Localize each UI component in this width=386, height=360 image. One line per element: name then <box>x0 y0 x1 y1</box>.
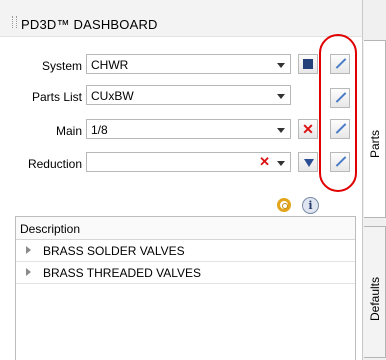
system-dropdown[interactable]: CHWR <box>86 54 291 74</box>
expand-arrow-icon[interactable] <box>26 246 31 254</box>
pencil-icon <box>335 156 347 167</box>
tab-parts-label: Parts <box>368 129 382 158</box>
panel-titlebar: PD3D™ DASHBOARD <box>0 0 362 37</box>
info-icon[interactable]: i <box>302 197 319 214</box>
main-dropdown[interactable]: 1/8 <box>86 119 291 139</box>
drag-grip-icon[interactable] <box>12 16 17 28</box>
system-label: System <box>41 59 82 73</box>
dashboard-panel: PD3D™ DASHBOARD System CHWR Parts List C… <box>0 0 362 360</box>
tab-parts[interactable]: Parts <box>364 40 386 218</box>
reduction-edit-button[interactable] <box>330 152 350 172</box>
tree-row-label: BRASS THREADED VALVES <box>43 266 202 280</box>
tab-defaults[interactable]: Defaults <box>364 226 386 358</box>
tree-row[interactable]: BRASS THREADED VALVES <box>16 262 355 284</box>
chevron-down-icon[interactable] <box>277 161 285 166</box>
pencil-icon <box>335 92 347 103</box>
main-label: Main <box>55 124 82 138</box>
tree-header-label: Description <box>20 222 81 236</box>
reduction-label: Reduction <box>27 157 82 171</box>
pencil-icon <box>335 123 347 134</box>
ring-icon[interactable] <box>277 198 291 212</box>
main-value: 1/8 <box>91 123 108 137</box>
system-action-button[interactable] <box>298 54 318 74</box>
chevron-down-icon[interactable] <box>277 94 285 99</box>
parts-list-label: Parts List <box>31 90 82 104</box>
panel-title: PD3D™ DASHBOARD <box>21 17 158 32</box>
main-edit-button[interactable] <box>330 119 350 139</box>
navy-square-icon <box>303 59 313 69</box>
tree-header: Description <box>16 217 355 240</box>
expand-arrow-icon[interactable] <box>26 268 31 276</box>
system-value: CHWR <box>91 58 129 72</box>
tree-row-label: BRASS SOLDER VALVES <box>43 244 185 258</box>
triangle-down-icon <box>304 159 314 167</box>
description-tree: Description BRASS SOLDER VALVES BRASS TH… <box>15 216 356 360</box>
tab-defaults-label: Defaults <box>368 276 382 321</box>
parts-list-value: CUxBW <box>91 89 134 103</box>
chevron-down-icon[interactable] <box>277 63 285 68</box>
reduction-dropdown[interactable]: ✕ <box>86 152 291 172</box>
parts-list-edit-button[interactable] <box>330 88 350 108</box>
chevron-down-icon[interactable] <box>277 128 285 133</box>
pencil-icon <box>335 58 347 69</box>
system-edit-button[interactable] <box>330 54 350 74</box>
main-clear-button[interactable]: ✕ <box>298 119 318 139</box>
reduction-filter-button[interactable] <box>298 152 318 172</box>
close-icon: ✕ <box>302 121 314 137</box>
tree-row[interactable]: BRASS SOLDER VALVES <box>16 240 355 262</box>
parts-list-dropdown[interactable]: CUxBW <box>86 85 291 105</box>
close-icon[interactable]: ✕ <box>259 154 270 170</box>
